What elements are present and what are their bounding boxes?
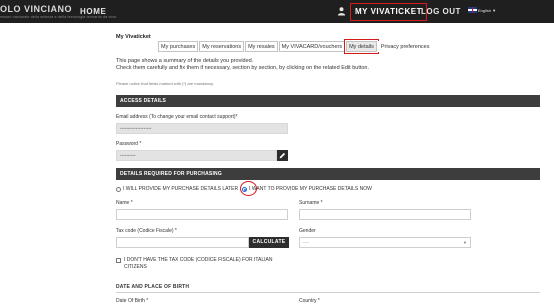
no-tax-code-option: I DON'T HAVE THE TAX CODE (CODICE FISCAL… — [116, 257, 294, 270]
intro-text: This page shows a summary of the details… — [116, 58, 369, 72]
nav-logout-link[interactable]: LOG OUT — [421, 7, 461, 16]
nav-home-link[interactable]: HOME — [80, 7, 106, 16]
tab-my-details[interactable]: My details — [344, 39, 379, 54]
access-details-header: ACCESS DETAILS — [116, 95, 540, 107]
uk-flag-icon — [468, 7, 477, 13]
date-of-birth-label: Date Of Birth * — [116, 298, 149, 304]
gender-select[interactable]: ---- ▼ — [299, 237, 471, 248]
page-title: My Vivaticket — [116, 34, 151, 40]
language-selector[interactable]: English ▼ — [468, 7, 496, 13]
radio-provide-now[interactable] — [242, 186, 248, 192]
tab-my-vivacard-vouchers[interactable]: My VIVACARD/vouchers — [278, 41, 346, 52]
mandatory-fields-notice: Please notice that fields marked with (*… — [116, 81, 214, 86]
email-label: Email address (To change your email cont… — [116, 114, 238, 120]
radio-provide-later[interactable] — [116, 186, 121, 192]
no-tax-code-checkbox[interactable] — [116, 257, 121, 263]
radio-provide-now-label: I WANT TO PROVIDE MY PURCHASE DETAILS NO… — [249, 186, 372, 192]
chevron-down-icon: ▼ — [492, 7, 497, 13]
name-field[interactable] — [116, 209, 288, 220]
user-icon[interactable] — [337, 6, 346, 16]
country-label: Country * — [299, 298, 320, 304]
purchase-details-options: I WILL PROVIDE MY PURCHASE DETAILS LATER… — [116, 186, 372, 192]
tab-privacy-preferences[interactable]: Privacy preferences — [377, 41, 433, 52]
edit-password-button[interactable] — [277, 150, 288, 161]
tax-code-label: Tax code (Codice Fiscale) * — [116, 228, 177, 234]
purchasing-details-header: DETAILS REQUIRED FOR PURCHASING — [116, 168, 540, 180]
tab-my-purchases[interactable]: My purchases — [158, 41, 199, 52]
radio-provide-later-label: I WILL PROVIDE MY PURCHASE DETAILS LATER — [123, 186, 239, 192]
pencil-icon — [279, 152, 286, 159]
top-navigation-bar: OLO VINCIANO museo nazionale della scien… — [0, 0, 554, 23]
birth-section-title: DATE AND PLACE OF BIRTH — [116, 284, 190, 290]
tax-code-field[interactable] — [116, 237, 249, 248]
no-tax-code-label: I DON'T HAVE THE TAX CODE (CODICE FISCAL… — [124, 257, 273, 270]
password-field: •••••••••• — [116, 150, 277, 161]
surname-field[interactable] — [299, 209, 471, 220]
nav-my-vivaticket-link[interactable]: MY VIVATICKET — [350, 3, 427, 21]
gender-select-value: ---- — [303, 240, 309, 245]
language-label: English — [478, 7, 492, 13]
email-field: •••••••••••••••••••• — [116, 123, 288, 134]
chevron-down-icon: ▼ — [463, 240, 467, 245]
site-logo[interactable]: OLO VINCIANO — [0, 4, 72, 14]
intro-line-2: Check them carefully and fix them if nec… — [116, 65, 370, 71]
tab-my-reservations[interactable]: My reservations — [199, 41, 245, 52]
gender-label: Gender — [299, 228, 316, 234]
surname-label: Surname * — [299, 200, 323, 206]
calculate-button[interactable]: CALCULATE — [249, 237, 289, 248]
account-tabs: My purchases My reservations My resales … — [158, 39, 433, 54]
name-label: Name * — [116, 200, 133, 206]
tab-my-resales[interactable]: My resales — [245, 41, 278, 52]
intro-line-1: This page shows a summary of the details… — [116, 58, 254, 64]
password-label: Password * — [116, 141, 142, 147]
section-divider — [116, 292, 540, 293]
